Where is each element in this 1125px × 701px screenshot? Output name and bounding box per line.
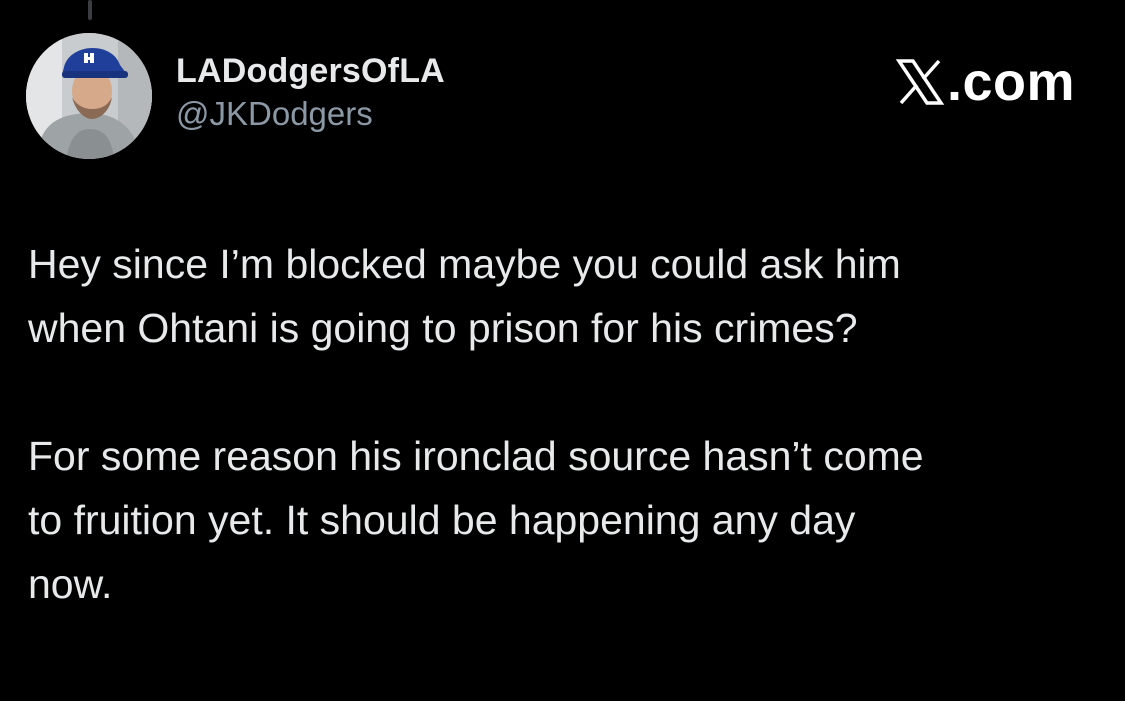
tweet-author: LADodgersOfLA @JKDodgers bbox=[176, 50, 445, 134]
tweet-paragraph: For some reason his ironclad source hasn… bbox=[28, 433, 924, 607]
x-com-watermark: .com bbox=[895, 52, 1075, 112]
author-display-name[interactable]: LADodgersOfLA bbox=[176, 50, 445, 92]
tweet-text: Hey since I’m blocked maybe you could as… bbox=[28, 232, 1088, 616]
author-handle[interactable]: @JKDodgers bbox=[176, 94, 445, 134]
profile-photo-icon bbox=[26, 33, 152, 159]
x-logo-icon bbox=[895, 59, 945, 105]
tweet-paragraph: Hey since I’m blocked maybe you could as… bbox=[28, 241, 901, 351]
avatar[interactable] bbox=[26, 33, 152, 159]
thread-connector-line bbox=[88, 0, 92, 20]
watermark-domain-text: .com bbox=[946, 52, 1075, 112]
